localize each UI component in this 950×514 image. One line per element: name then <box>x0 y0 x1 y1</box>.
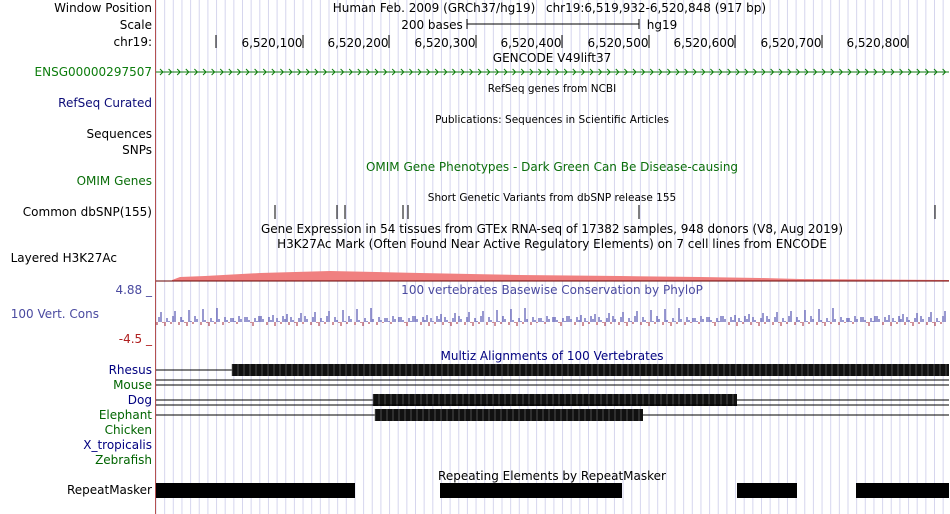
track-graphics[interactable] <box>0 0 950 514</box>
repeat-element-block <box>856 483 949 498</box>
h3k27ac-signal <box>172 271 949 281</box>
repeat-element-block <box>737 483 797 498</box>
repeat-element-block <box>440 483 622 498</box>
repeat-element-block <box>156 483 355 498</box>
alignment-block <box>232 364 949 376</box>
genome-browser-track-panel: Window Position Scale chr19: ENSG0000029… <box>0 0 950 514</box>
alignment-block <box>373 394 737 406</box>
